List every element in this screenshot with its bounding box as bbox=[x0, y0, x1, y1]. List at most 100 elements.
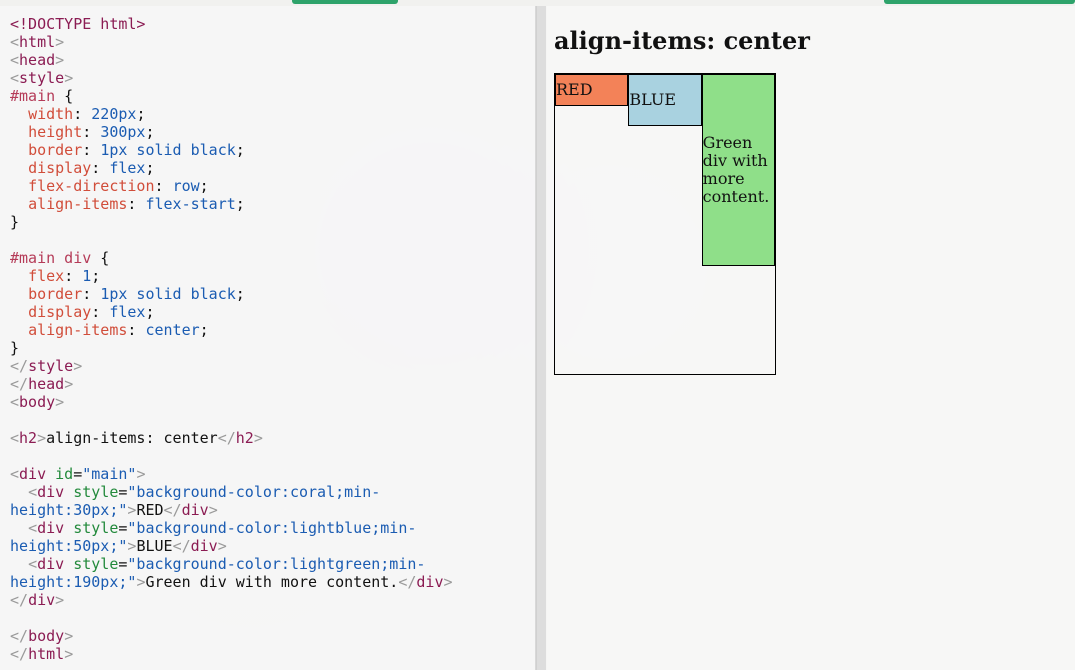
green-box: Green div with more content. bbox=[701, 74, 775, 266]
code-line[interactable]: <head> bbox=[10, 51, 530, 69]
code-line[interactable]: </body> bbox=[10, 627, 530, 645]
code-token: </ bbox=[10, 627, 29, 645]
code-token: : bbox=[73, 105, 92, 123]
code-line[interactable]: </div> bbox=[10, 591, 530, 609]
red-box-label: RED bbox=[556, 80, 593, 99]
code-line[interactable]: </html> bbox=[10, 645, 530, 663]
code-token: head bbox=[19, 51, 56, 69]
code-line[interactable]: <style> bbox=[10, 69, 530, 87]
code-token: : bbox=[91, 159, 110, 177]
code-token: display bbox=[28, 159, 92, 177]
code-line[interactable] bbox=[10, 411, 530, 429]
code-token: > bbox=[208, 501, 218, 519]
code-token: ; bbox=[91, 267, 101, 285]
code-token: < bbox=[10, 393, 20, 411]
code-line[interactable]: align-items: center; bbox=[10, 321, 530, 339]
code-token: </ bbox=[217, 429, 236, 447]
code-line[interactable]: display: flex; bbox=[10, 303, 530, 321]
code-token: : bbox=[82, 123, 101, 141]
code-line[interactable]: </style> bbox=[10, 357, 530, 375]
code-token: style bbox=[19, 69, 65, 87]
code-line[interactable]: <body> bbox=[10, 393, 530, 411]
code-token: border bbox=[28, 285, 83, 303]
code-line[interactable]: display: flex; bbox=[10, 159, 530, 177]
code-token: <!DOCTYPE html> bbox=[10, 15, 146, 33]
code-line[interactable]: height:190px;" > Green div with more conte… bbox=[10, 573, 530, 591]
code-token: style bbox=[28, 357, 74, 375]
code-token: > bbox=[55, 393, 65, 411]
code-line[interactable]: #main div { bbox=[10, 249, 530, 267]
code-token: width bbox=[28, 105, 74, 123]
code-line[interactable]: <div style="background-color:lightblue;m… bbox=[10, 519, 530, 537]
code-token: 1 bbox=[82, 267, 92, 285]
code-token: div bbox=[181, 501, 209, 519]
code-token: body bbox=[28, 627, 65, 645]
code-line[interactable]: <h2>align-items: center</h2> bbox=[10, 429, 530, 447]
blue-box-label: BLUE bbox=[629, 90, 676, 109]
code-token: flex-direction bbox=[28, 177, 155, 195]
code-token: < bbox=[10, 69, 20, 87]
code-token: div bbox=[19, 465, 47, 483]
code-token: </ bbox=[10, 645, 29, 663]
code-line[interactable]: height:30px;">RED</div> bbox=[10, 501, 530, 519]
code-line[interactable]: height: 300px; bbox=[10, 123, 530, 141]
code-token: > bbox=[55, 51, 65, 69]
code-line[interactable]: width: 220px; bbox=[10, 105, 530, 123]
code-token: : bbox=[82, 285, 101, 303]
code-token: 1px solid black bbox=[100, 141, 236, 159]
code-token: height:50px;" bbox=[10, 537, 128, 555]
code-token: flex bbox=[109, 159, 146, 177]
top-tab-preview-indicator[interactable] bbox=[884, 0, 1075, 4]
code-line[interactable]: <html> bbox=[10, 33, 530, 51]
code-token: < bbox=[28, 483, 38, 501]
code-token: </ bbox=[10, 357, 29, 375]
green-box-label: Green div with more content. bbox=[702, 133, 770, 206]
code-line[interactable]: <div id="main"> bbox=[10, 465, 530, 483]
code-token: ; bbox=[235, 141, 245, 159]
code-line[interactable]: align-items: flex-start; bbox=[10, 195, 530, 213]
code-line[interactable]: </head> bbox=[10, 375, 530, 393]
code-line[interactable] bbox=[10, 231, 530, 249]
code-line[interactable]: height:50px;">BLUE</div> bbox=[10, 537, 530, 555]
code-line[interactable]: border: 1px solid black; bbox=[10, 141, 530, 159]
code-token: BLUE bbox=[136, 537, 173, 555]
code-line[interactable] bbox=[10, 447, 530, 465]
preview-title: align-items: center bbox=[554, 26, 810, 55]
code-token: < bbox=[28, 519, 38, 537]
code-token: : bbox=[82, 141, 101, 159]
code-line[interactable]: <div style="background-color:lightgreen;… bbox=[10, 555, 530, 573]
code-token: style bbox=[73, 555, 119, 573]
code-line[interactable]: border: 1px solid black; bbox=[10, 285, 530, 303]
code-token: } bbox=[10, 213, 20, 231]
top-tab-editor-indicator[interactable] bbox=[292, 0, 398, 4]
code-token: > bbox=[64, 645, 74, 663]
code-token: ; bbox=[136, 105, 146, 123]
code-token: > bbox=[136, 465, 146, 483]
code-token: ; bbox=[235, 195, 245, 213]
code-line[interactable]: flex: 1; bbox=[10, 267, 530, 285]
code-token: ; bbox=[145, 159, 155, 177]
code-token: flex-start bbox=[145, 195, 236, 213]
code-line[interactable] bbox=[10, 609, 530, 627]
code-line[interactable]: <div style="background-color:coral;min- bbox=[10, 483, 530, 501]
code-line[interactable]: } bbox=[10, 213, 530, 231]
code-token: "background-color:coral;min- bbox=[127, 483, 381, 501]
code-line[interactable]: <!DOCTYPE html> bbox=[10, 15, 530, 33]
code-token: 1px solid black bbox=[100, 285, 236, 303]
code-token: < bbox=[10, 33, 20, 51]
code-area[interactable]: <!DOCTYPE html> <html> <head> <style> #main … bbox=[10, 15, 530, 663]
code-token: </ bbox=[163, 501, 182, 519]
code-token: </ bbox=[398, 573, 417, 591]
code-editor-pane[interactable]: <!DOCTYPE html> <html> <head> <style> #main … bbox=[0, 6, 536, 670]
code-line[interactable]: flex-direction: row; bbox=[10, 177, 530, 195]
code-line[interactable]: #main { bbox=[10, 87, 530, 105]
code-line[interactable]: } bbox=[10, 339, 530, 357]
